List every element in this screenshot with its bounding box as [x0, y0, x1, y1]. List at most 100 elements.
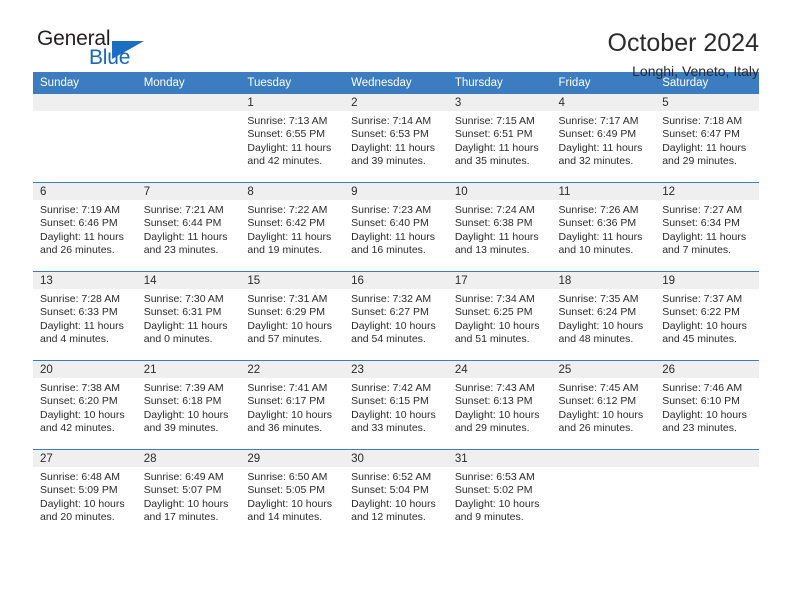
- calendar-day-cell[interactable]: 9 Sunrise: 7:23 AM Sunset: 6:40 PM Daylight…: [344, 182, 448, 272]
- day-number: 25: [551, 361, 656, 378]
- sunset-text: Sunset: 6:10 PM: [662, 395, 740, 408]
- day-cell[interactable]: 15 Sunrise: 7:31 AM Sunset: 6:29 PM Dayligh…: [240, 272, 345, 360]
- calendar-day-cell[interactable]: 6 Sunrise: 7:19 AM Sunset: 6:46 PM Daylight…: [33, 182, 137, 272]
- day-details: Sunrise: 6:52 AM Sunset: 5:04 PM Daylight:…: [344, 467, 448, 525]
- day-cell[interactable]: 4 Sunrise: 7:17 AM Sunset: 6:49 PM Daylight…: [551, 94, 656, 182]
- day-cell[interactable]: 9 Sunrise: 7:23 AM Sunset: 6:40 PM Daylight…: [344, 183, 448, 271]
- calendar-day-cell[interactable]: 24 Sunrise: 7:43 AM Sunset: 6:13 PM Dayligh…: [447, 360, 552, 450]
- day-cell[interactable]: 2 Sunrise: 7:14 AM Sunset: 6:53 PM Daylight…: [344, 94, 448, 182]
- calendar-day-cell[interactable]: [655, 449, 759, 538]
- calendar-week-row: 1 Sunrise: 7:13 AM Sunset: 6:55 PM Daylight…: [33, 94, 759, 183]
- day-cell[interactable]: 31 Sunrise: 6:53 AM Sunset: 5:02 PM Dayligh…: [447, 450, 552, 538]
- daylight-text: Daylight: 10 hours and 17 minutes.: [143, 497, 229, 524]
- calendar-day-cell[interactable]: 13 Sunrise: 7:28 AM Sunset: 6:33 PM Dayligh…: [33, 271, 137, 361]
- calendar-day-cell[interactable]: 31 Sunrise: 6:53 AM Sunset: 5:02 PM Dayligh…: [447, 449, 552, 538]
- day-cell[interactable]: 10 Sunrise: 7:24 AM Sunset: 6:38 PM Dayligh…: [447, 183, 552, 271]
- day-cell[interactable]: 5 Sunrise: 7:18 AM Sunset: 6:47 PM Daylight…: [655, 94, 759, 182]
- calendar-day-cell[interactable]: 28 Sunrise: 6:49 AM Sunset: 5:07 PM Dayligh…: [136, 449, 241, 538]
- calendar-day-cell[interactable]: 10 Sunrise: 7:24 AM Sunset: 6:38 PM Dayligh…: [447, 182, 552, 272]
- day-cell[interactable]: 29 Sunrise: 6:50 AM Sunset: 5:05 PM Dayligh…: [240, 450, 345, 538]
- calendar-day-cell[interactable]: 2 Sunrise: 7:14 AM Sunset: 6:53 PM Daylight…: [344, 94, 448, 183]
- calendar-day-cell[interactable]: 22 Sunrise: 7:41 AM Sunset: 6:17 PM Dayligh…: [240, 360, 345, 450]
- calendar-day-cell[interactable]: 18 Sunrise: 7:35 AM Sunset: 6:24 PM Dayligh…: [551, 271, 656, 361]
- day-cell[interactable]: 30 Sunrise: 6:52 AM Sunset: 5:04 PM Dayligh…: [344, 450, 448, 538]
- calendar-day-cell[interactable]: 16 Sunrise: 7:32 AM Sunset: 6:27 PM Dayligh…: [344, 271, 448, 361]
- day-number: 24: [447, 361, 552, 378]
- day-cell-empty: [136, 94, 241, 182]
- sunrise-text: Sunrise: 7:28 AM: [40, 293, 120, 305]
- sunrise-text: Sunrise: 7:39 AM: [143, 382, 224, 394]
- day-cell[interactable]: 7 Sunrise: 7:21 AM Sunset: 6:44 PM Daylight…: [136, 183, 241, 271]
- day-cell[interactable]: 1 Sunrise: 7:13 AM Sunset: 6:55 PM Daylight…: [240, 94, 345, 182]
- calendar-day-cell[interactable]: 30 Sunrise: 6:52 AM Sunset: 5:04 PM Dayligh…: [344, 449, 448, 538]
- weekday-header-tuesday: Tuesday: [240, 72, 345, 94]
- day-cell[interactable]: 11 Sunrise: 7:26 AM Sunset: 6:36 PM Dayligh…: [551, 183, 656, 271]
- day-cell[interactable]: 23 Sunrise: 7:42 AM Sunset: 6:15 PM Dayligh…: [344, 361, 448, 449]
- calendar-day-cell[interactable]: 8 Sunrise: 7:22 AM Sunset: 6:42 PM Daylight…: [240, 182, 345, 272]
- day-cell[interactable]: 20 Sunrise: 7:38 AM Sunset: 6:20 PM Dayligh…: [33, 361, 137, 449]
- sunset-text: Sunset: 6:15 PM: [351, 395, 429, 408]
- day-cell[interactable]: 24 Sunrise: 7:43 AM Sunset: 6:13 PM Dayligh…: [447, 361, 552, 449]
- day-cell[interactable]: 3 Sunrise: 7:15 AM Sunset: 6:51 PM Daylight…: [447, 94, 552, 182]
- sunset-text: Sunset: 6:44 PM: [143, 217, 222, 230]
- calendar-day-cell[interactable]: 3 Sunrise: 7:15 AM Sunset: 6:51 PM Daylight…: [447, 94, 552, 183]
- day-cell[interactable]: 17 Sunrise: 7:34 AM Sunset: 6:25 PM Dayligh…: [447, 272, 552, 360]
- calendar-day-cell[interactable]: 23 Sunrise: 7:42 AM Sunset: 6:15 PM Dayligh…: [344, 360, 448, 450]
- day-details: Sunrise: 7:45 AM Sunset: 6:12 PM Daylight:…: [552, 378, 656, 436]
- calendar-day-cell[interactable]: 1 Sunrise: 7:13 AM Sunset: 6:55 PM Daylight…: [240, 94, 345, 183]
- calendar-day-cell[interactable]: [136, 94, 241, 183]
- calendar-day-cell[interactable]: [551, 449, 656, 538]
- day-number: [136, 94, 241, 111]
- daylight-text: Daylight: 11 hours and 32 minutes.: [558, 141, 643, 168]
- day-number: 19: [655, 272, 759, 289]
- sunset-text: Sunset: 6:27 PM: [351, 306, 429, 319]
- calendar-day-cell[interactable]: [33, 94, 137, 183]
- day-cell[interactable]: 12 Sunrise: 7:27 AM Sunset: 6:34 PM Dayligh…: [655, 183, 759, 271]
- calendar-day-cell[interactable]: 20 Sunrise: 7:38 AM Sunset: 6:20 PM Dayligh…: [33, 360, 137, 450]
- calendar-day-cell[interactable]: 26 Sunrise: 7:46 AM Sunset: 6:10 PM Dayligh…: [655, 360, 759, 450]
- calendar-day-cell[interactable]: 27 Sunrise: 6:48 AM Sunset: 5:09 PM Dayligh…: [33, 449, 137, 538]
- daylight-text: Daylight: 11 hours and 29 minutes.: [662, 141, 747, 168]
- day-cell[interactable]: 18 Sunrise: 7:35 AM Sunset: 6:24 PM Dayligh…: [551, 272, 656, 360]
- day-number: 6: [33, 183, 137, 200]
- calendar-day-cell[interactable]: 14 Sunrise: 7:30 AM Sunset: 6:31 PM Dayligh…: [136, 271, 241, 361]
- calendar-day-cell[interactable]: 5 Sunrise: 7:18 AM Sunset: 6:47 PM Daylight…: [655, 94, 759, 183]
- calendar-day-cell[interactable]: 25 Sunrise: 7:45 AM Sunset: 6:12 PM Dayligh…: [551, 360, 656, 450]
- sunset-text: Sunset: 5:05 PM: [247, 484, 326, 497]
- calendar-day-cell[interactable]: 11 Sunrise: 7:26 AM Sunset: 6:36 PM Dayligh…: [551, 182, 656, 272]
- sunset-text: Sunset: 6:13 PM: [454, 395, 533, 408]
- calendar-day-cell[interactable]: 17 Sunrise: 7:34 AM Sunset: 6:25 PM Dayligh…: [447, 271, 552, 361]
- day-details: Sunrise: 7:39 AM Sunset: 6:18 PM Daylight:…: [137, 378, 241, 436]
- calendar-day-cell[interactable]: 15 Sunrise: 7:31 AM Sunset: 6:29 PM Dayligh…: [240, 271, 345, 361]
- sunrise-text: Sunrise: 6:49 AM: [143, 471, 224, 483]
- day-cell[interactable]: 26 Sunrise: 7:46 AM Sunset: 6:10 PM Dayligh…: [655, 361, 759, 449]
- sunset-text: Sunset: 6:12 PM: [558, 395, 637, 408]
- day-cell[interactable]: 21 Sunrise: 7:39 AM Sunset: 6:18 PM Dayligh…: [136, 361, 241, 449]
- sunrise-text: Sunrise: 7:35 AM: [558, 293, 639, 305]
- sunset-text: Sunset: 5:07 PM: [143, 484, 222, 497]
- day-cell[interactable]: 13 Sunrise: 7:28 AM Sunset: 6:33 PM Dayligh…: [33, 272, 137, 360]
- sunset-text: Sunset: 6:36 PM: [558, 217, 637, 230]
- day-cell[interactable]: 14 Sunrise: 7:30 AM Sunset: 6:31 PM Dayligh…: [136, 272, 241, 360]
- day-cell[interactable]: 27 Sunrise: 6:48 AM Sunset: 5:09 PM Dayligh…: [33, 450, 137, 538]
- day-cell[interactable]: 19 Sunrise: 7:37 AM Sunset: 6:22 PM Dayligh…: [655, 272, 759, 360]
- calendar-day-cell[interactable]: 21 Sunrise: 7:39 AM Sunset: 6:18 PM Dayligh…: [136, 360, 241, 450]
- day-cell[interactable]: 28 Sunrise: 6:49 AM Sunset: 5:07 PM Dayligh…: [136, 450, 241, 538]
- day-cell[interactable]: 16 Sunrise: 7:32 AM Sunset: 6:27 PM Dayligh…: [344, 272, 448, 360]
- general-blue-logo[interactable]: General Blue: [33, 28, 173, 74]
- calendar-day-cell[interactable]: 7 Sunrise: 7:21 AM Sunset: 6:44 PM Daylight…: [136, 182, 241, 272]
- sunrise-text: Sunrise: 7:15 AM: [454, 115, 535, 127]
- calendar-day-cell[interactable]: 12 Sunrise: 7:27 AM Sunset: 6:34 PM Dayligh…: [655, 182, 759, 272]
- calendar-day-cell[interactable]: 4 Sunrise: 7:17 AM Sunset: 6:49 PM Daylight…: [551, 94, 656, 183]
- day-number: 26: [655, 361, 759, 378]
- calendar-day-cell[interactable]: 29 Sunrise: 6:50 AM Sunset: 5:05 PM Dayligh…: [240, 449, 345, 538]
- day-cell[interactable]: 25 Sunrise: 7:45 AM Sunset: 6:12 PM Dayligh…: [551, 361, 656, 449]
- daylight-text: Daylight: 11 hours and 26 minutes.: [40, 230, 124, 257]
- day-cell[interactable]: 22 Sunrise: 7:41 AM Sunset: 6:17 PM Dayligh…: [240, 361, 345, 449]
- calendar-day-cell[interactable]: 19 Sunrise: 7:37 AM Sunset: 6:22 PM Dayligh…: [655, 271, 759, 361]
- day-cell[interactable]: 8 Sunrise: 7:22 AM Sunset: 6:42 PM Daylight…: [240, 183, 345, 271]
- sunset-text: Sunset: 6:49 PM: [558, 128, 637, 141]
- day-cell[interactable]: 6 Sunrise: 7:19 AM Sunset: 6:46 PM Daylight…: [33, 183, 137, 271]
- sunset-text: Sunset: 6:18 PM: [143, 395, 222, 408]
- daylight-text: Daylight: 11 hours and 42 minutes.: [247, 141, 332, 168]
